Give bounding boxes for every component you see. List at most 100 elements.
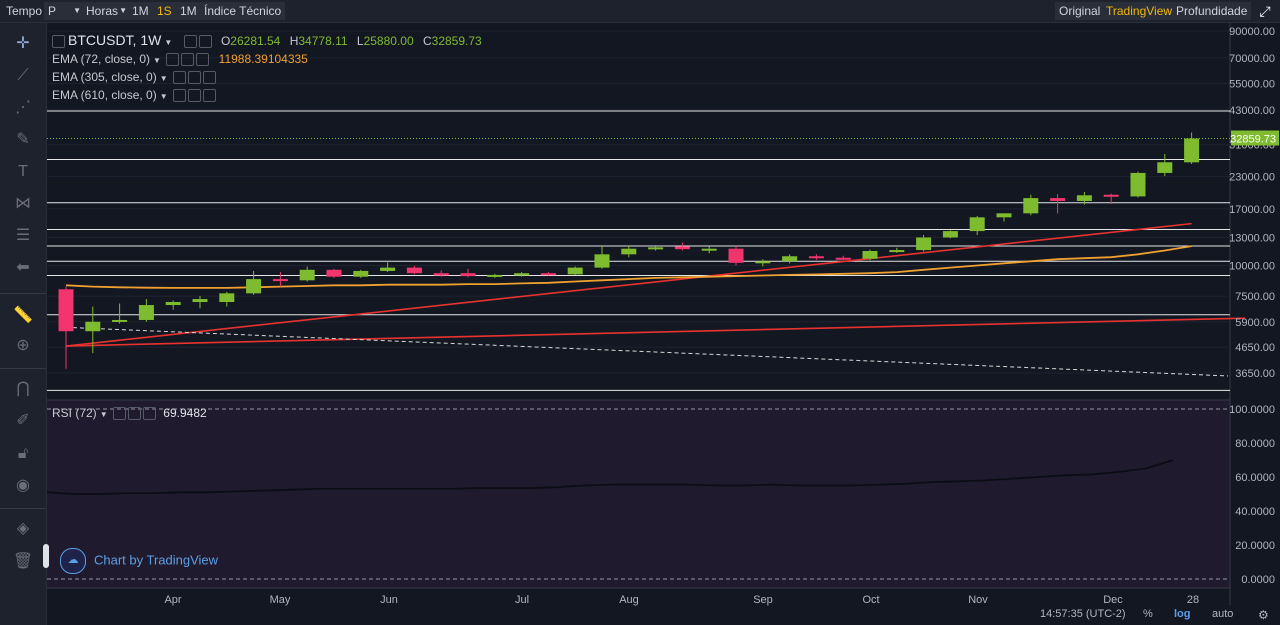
candle-down (1103, 194, 1119, 197)
ema72-label[interactable]: EMA (72, close, 0) (52, 52, 150, 66)
candle-up (862, 251, 878, 259)
candle-down (460, 273, 476, 277)
settings-icon[interactable] (181, 53, 195, 67)
candle-up (1184, 138, 1200, 163)
candle-up (648, 247, 664, 250)
close-icon[interactable] (142, 407, 156, 421)
price-tick-label: 43000.00 (1229, 105, 1275, 117)
cloud-icon: ☁ (60, 548, 86, 574)
price-tick-label: 13000.00 (1229, 232, 1275, 244)
candle-up (1023, 198, 1039, 214)
candle-up (1157, 162, 1173, 173)
time-tick-label: Oct (862, 594, 879, 606)
settings-icon[interactable] (187, 89, 201, 103)
auto-toggle[interactable]: auto (1212, 608, 1233, 620)
candle-up (942, 231, 958, 238)
settings-icon[interactable] (127, 407, 141, 421)
candle-up (1076, 195, 1092, 201)
candle-down (326, 269, 342, 277)
legend-ema72[interactable]: EMA (72, close, 0) ▼ 11988.39104335 (52, 52, 308, 67)
candle-up (219, 293, 235, 303)
close-icon[interactable] (202, 71, 216, 85)
eye-icon[interactable] (172, 71, 186, 85)
ema305-label[interactable]: EMA (305, close, 0) (52, 70, 157, 84)
time-tick-label: Jul (515, 594, 529, 606)
watermark-text: Chart by TradingView (94, 552, 219, 568)
candle-up (701, 248, 717, 251)
close-icon[interactable] (198, 35, 212, 49)
low-value: 25880.00 (363, 34, 414, 48)
chevron-down-icon[interactable]: ▼ (160, 92, 168, 101)
ema610-label[interactable]: EMA (610, close, 0) (52, 88, 157, 102)
clock-time: 14:57:35 (UTC-2) (1040, 608, 1126, 620)
close-value: 32859.73 (431, 34, 482, 48)
settings-icon[interactable] (187, 71, 201, 85)
chevron-down-icon[interactable]: ▼ (164, 38, 172, 47)
candle-up (916, 237, 932, 251)
open-value: 26281.54 (230, 34, 281, 48)
symbol-title[interactable]: BTCUSDT, 1W (68, 32, 161, 48)
candle-down (728, 248, 744, 263)
price-tick-label: 3650.00 (1235, 368, 1275, 380)
candle-up (567, 267, 583, 275)
settings-gear-icon[interactable]: ⚙ (1258, 608, 1269, 622)
chevron-down-icon[interactable]: ▼ (153, 56, 161, 65)
time-tick-label: 28 (1187, 594, 1199, 606)
rsi-pane-bg (47, 400, 1230, 588)
candle-down (540, 273, 556, 276)
candle-up (889, 250, 905, 253)
candle-up (165, 302, 181, 306)
legend-ema305[interactable]: EMA (305, close, 0) ▼ (52, 70, 216, 85)
candle-down (272, 279, 288, 282)
ema72-value: 11988.39104335 (218, 52, 308, 66)
candle-up (782, 256, 798, 262)
candle-up (969, 217, 985, 232)
candle-up (138, 305, 154, 320)
eye-icon[interactable] (166, 53, 180, 67)
eye-icon[interactable] (172, 89, 186, 103)
tradingview-watermark[interactable]: ☁ Chart by TradingView (60, 548, 218, 574)
time-tick-label: Aug (619, 594, 639, 606)
time-tick-label: Dec (1103, 594, 1123, 606)
price-tick-label: 70000.00 (1229, 53, 1275, 65)
time-tick-label: Nov (968, 594, 988, 606)
settings-icon[interactable] (183, 35, 197, 49)
close-label: C (422, 34, 432, 48)
price-tick-label: 4650.00 (1235, 342, 1275, 354)
high-value: 34778.11 (298, 34, 348, 48)
rsi-value: 69.9482 (163, 406, 207, 420)
price-tick-label: 10000.00 (1229, 260, 1275, 272)
candle-down (674, 246, 690, 250)
price-tick-label: 23000.00 (1229, 172, 1275, 184)
log-toggle[interactable]: log (1174, 608, 1191, 620)
rsi-tick-label: 100.0000 (1229, 404, 1275, 416)
percent-toggle[interactable]: % (1143, 608, 1153, 620)
legend-ema610[interactable]: EMA (610, close, 0) ▼ (52, 88, 216, 103)
price-pane-bg (47, 23, 1230, 400)
candle-up (246, 279, 262, 294)
price-tick-label: 90000.00 (1229, 26, 1275, 38)
candle-up (299, 269, 315, 281)
candle-down (808, 256, 824, 259)
rsi-label[interactable]: RSI (72) (52, 406, 97, 420)
close-icon[interactable] (196, 53, 210, 67)
rsi-tick-label: 0.0000 (1241, 574, 1275, 586)
close-icon[interactable] (202, 89, 216, 103)
collapse-icon[interactable] (52, 35, 65, 49)
chevron-down-icon[interactable]: ▼ (100, 410, 108, 419)
time-tick-label: Jun (380, 594, 398, 606)
chevron-down-icon[interactable]: ▼ (160, 74, 168, 83)
eye-icon[interactable] (112, 407, 126, 421)
price-tick-label: 7500.00 (1235, 291, 1275, 303)
candle-up (514, 273, 530, 276)
last-price-label: 32859.73 (1230, 134, 1276, 146)
scroll-handle[interactable] (43, 544, 49, 568)
price-tick-label: 5900.00 (1235, 317, 1275, 329)
rsi-tick-label: 20.0000 (1235, 540, 1275, 552)
low-label: L (356, 34, 364, 48)
legend-rsi[interactable]: RSI (72) ▼ 69.9482 (52, 406, 207, 421)
rsi-tick-label: 80.0000 (1235, 438, 1275, 450)
legend-main: BTCUSDT, 1W ▼ O26281.54 H34778.11 L25880.… (52, 32, 482, 49)
time-tick-label: Apr (164, 594, 181, 606)
candle-down (433, 273, 449, 276)
